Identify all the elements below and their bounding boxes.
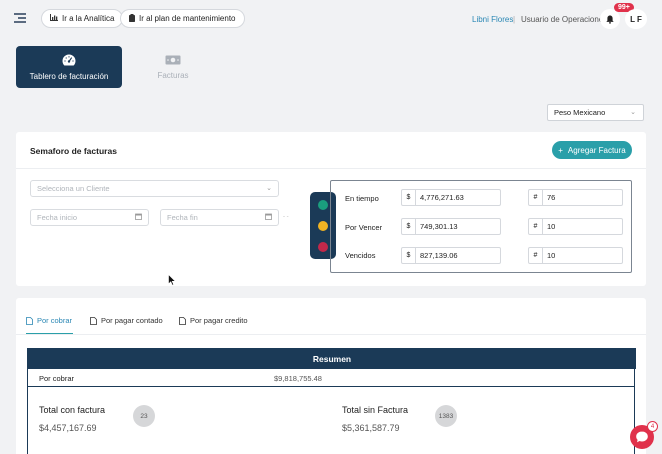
add-invoice-button[interactable]: + Agregar Factura [552,141,632,159]
currency-prefix: $ [402,219,416,234]
sin-factura-count: 1383 [435,405,457,427]
mouse-cursor-icon [168,274,176,286]
resumen-title: Resumen [28,348,636,369]
tab-por-pagar-contado-label: Por pagar contado [101,316,163,325]
count-en-tiempo[interactable]: # 76 [528,189,623,206]
maintenance-plan-label: Ir al plan de mantenimiento [139,14,236,23]
nav-billing-dashboard-label: Tablero de facturación [29,71,109,81]
chevron-down-icon: ⌄ [630,109,636,116]
client-select-placeholder: Selecciona un Cliente [37,184,110,193]
menu-toggle-icon[interactable] [14,12,26,24]
tab-por-pagar-credito-label: Por pagar credito [190,316,248,325]
currency-select-value: Peso Mexicano [554,108,606,117]
start-date-field[interactable]: Fecha inicio [30,209,149,226]
count-por-vencer[interactable]: # 10 [528,218,623,235]
amount-vencidos[interactable]: $ 827,139.06 [401,247,501,264]
document-icon [179,316,186,325]
chevron-down-icon: ⌄ [266,185,272,192]
row-label-por-vencer: Por Vencer [345,223,383,232]
notifications-button[interactable] [600,9,620,29]
client-select[interactable]: Selecciona un Cliente ⌄ [30,180,279,197]
resumen-panel: Resumen Por cobrar $9,818,755.48 Total c… [27,348,636,454]
currency-select[interactable]: Peso Mexicano ⌄ [547,104,644,121]
range-separator: - - [283,214,289,220]
analytics-button-label: Ir a la Analítica [62,14,115,23]
dashboard-gauge-icon [62,54,76,65]
currency-prefix: $ [402,190,416,205]
avatar[interactable]: L F [625,9,647,29]
count-value: 10 [547,222,556,231]
resumen-row-amount: $9,818,755.48 [274,374,322,383]
semaforo-summary: En tiempo $ 4,776,271.63 # 76 Por Vencer… [330,180,632,273]
user-name[interactable]: Libni Flores [472,15,513,24]
divider [16,168,646,169]
semaforo-card: Semaforo de facturas + Agregar Factura S… [16,132,646,286]
document-icon [26,316,33,325]
calendar-icon [135,213,142,222]
money-bill-icon [165,55,181,64]
lamp-red [318,242,328,252]
add-invoice-label: Agregar Factura [567,145,626,155]
calendar-icon [265,213,272,222]
tab-por-pagar-contado[interactable]: Por pagar contado [90,316,163,325]
semaforo-title: Semaforo de facturas [30,146,117,156]
nav-billing-dashboard[interactable]: Tablero de facturación [16,46,122,88]
resumen-row: Por cobrar $9,818,755.48 [28,369,634,387]
bell-icon [606,15,614,24]
end-date-placeholder: Fecha fin [167,213,198,222]
user-role: Usuario de Operaciones [521,15,608,24]
sin-factura-title: Total sin Factura [342,405,409,415]
amount-por-vencer[interactable]: $ 749,301.13 [401,218,501,235]
count-prefix: # [529,219,543,234]
tab-por-pagar-credito[interactable]: Por pagar credito [179,316,248,325]
nav-invoices-label: Facturas [157,70,189,80]
amount-value: 4,776,271.63 [420,193,464,202]
tab-por-cobrar-label: Por cobrar [37,316,73,325]
amount-en-tiempo[interactable]: $ 4,776,271.63 [401,189,501,206]
divider [16,334,646,335]
start-date-placeholder: Fecha inicio [37,213,78,222]
document-icon [90,316,97,325]
con-factura-count: 23 [133,405,155,427]
top-bar: Ir a la Analítica Ir al plan de mantenim… [0,0,662,36]
amount-value: 827,139.06 [420,251,458,260]
currency-prefix: $ [402,248,416,263]
summary-card: Por cobrar Por pagar contado Por pagar c… [16,298,646,454]
count-vencidos[interactable]: # 10 [528,247,623,264]
row-label-vencidos: Vencidos [345,251,376,260]
lamp-green [318,200,328,210]
chat-badge: 4 [647,421,658,432]
sin-factura-amount: $5,361,587.79 [342,423,400,433]
con-factura-title: Total con factura [39,405,106,415]
amount-value: 749,301.13 [420,222,458,231]
chart-icon [50,14,58,23]
end-date-field[interactable]: Fecha fin [160,209,279,226]
plus-icon: + [558,145,563,155]
analytics-button[interactable]: Ir a la Analítica [41,9,124,28]
count-value: 76 [547,193,556,202]
nav-invoices[interactable]: Facturas [120,46,226,88]
resumen-row-label: Por cobrar [39,374,75,383]
tab-por-cobrar[interactable]: Por cobrar [26,316,72,325]
clipboard-icon [129,13,135,24]
maintenance-plan-button[interactable]: Ir al plan de mantenimiento [120,9,245,28]
count-value: 10 [547,251,556,260]
user-separator: | [513,15,516,24]
count-prefix: # [529,248,543,263]
row-label-en-tiempo: En tiempo [345,194,379,203]
con-factura-amount: $4,457,167.69 [39,423,97,433]
count-prefix: # [529,190,543,205]
lamp-yellow [318,221,328,231]
